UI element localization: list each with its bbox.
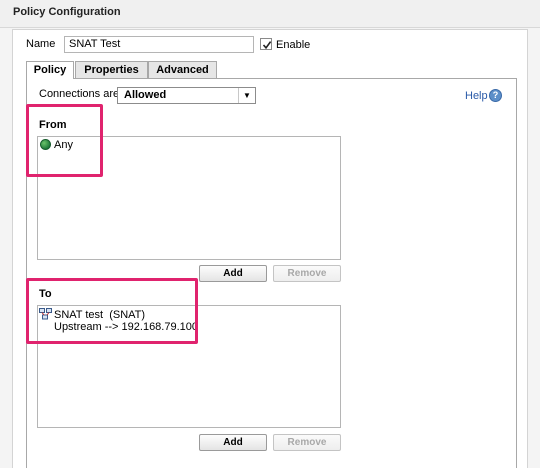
connections-select[interactable]: Allowed — [117, 87, 256, 104]
help-icon[interactable]: ? — [489, 89, 502, 102]
tab-policy[interactable]: Policy — [26, 61, 74, 79]
tab-advanced[interactable]: Advanced — [148, 61, 217, 78]
add-from-button[interactable]: Add — [199, 265, 267, 282]
help-link[interactable]: Help — [465, 90, 488, 102]
remove-to-button[interactable]: Remove — [273, 434, 341, 451]
add-to-button[interactable]: Add — [199, 434, 267, 451]
name-input[interactable]: SNAT Test — [64, 36, 254, 53]
checkmark-icon — [262, 41, 272, 50]
annotation-highlight-to — [26, 278, 198, 344]
page-title: Policy Configuration — [13, 6, 121, 18]
chevron-down-icon[interactable]: ▼ — [238, 88, 255, 103]
annotation-highlight-from — [26, 104, 103, 177]
name-label: Name — [26, 38, 56, 50]
remove-from-button[interactable]: Remove — [273, 265, 341, 282]
connections-label: Connections are — [39, 88, 120, 100]
enable-label: Enable — [276, 39, 311, 51]
tab-properties[interactable]: Properties — [75, 61, 148, 78]
enable-checkbox[interactable] — [260, 38, 272, 50]
